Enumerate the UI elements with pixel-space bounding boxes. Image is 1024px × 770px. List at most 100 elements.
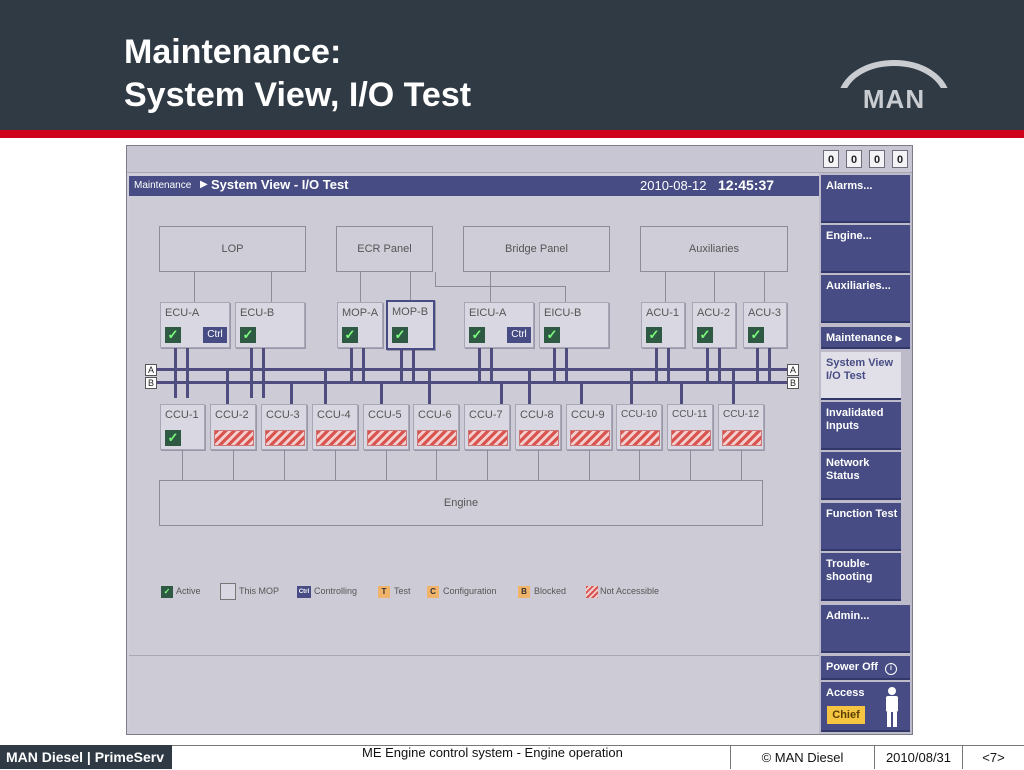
node-ccu-10[interactable]: CCU-10 xyxy=(616,404,662,450)
bus-drop xyxy=(528,371,531,404)
bus-drop xyxy=(553,348,556,384)
active-check-icon: ✓ xyxy=(165,430,181,446)
sidebar-item-label: Maintenance xyxy=(826,332,893,344)
counter-3: 0 xyxy=(869,150,885,168)
screen-date: 2010-08-12 xyxy=(640,178,707,193)
bus-drop xyxy=(380,384,383,404)
bus-drop xyxy=(226,371,229,404)
legend-this-mop-icon xyxy=(220,583,236,600)
node-ccu-5[interactable]: CCU-5 xyxy=(363,404,409,450)
connector xyxy=(639,450,640,480)
legend-active: Active xyxy=(176,586,201,596)
not-accessible-hatch xyxy=(367,430,407,446)
node-label: CCU-7 xyxy=(469,409,503,421)
group-bridge-panel: Bridge Panel xyxy=(463,226,610,272)
screen-top-bar xyxy=(127,146,912,173)
node-label: ACU-2 xyxy=(697,307,731,319)
ctrl-badge: Ctrl xyxy=(507,327,531,343)
footer-page-number: <7> xyxy=(962,745,1024,769)
node-ccu-2[interactable]: CCU-2 xyxy=(210,404,256,450)
node-ccu-6[interactable]: CCU-6 xyxy=(413,404,459,450)
connector xyxy=(284,450,285,480)
sidebar-item-maintenance[interactable]: Maintenance ▶ xyxy=(821,327,910,349)
page-title: System View - I/O Test xyxy=(211,177,349,192)
node-ccu-3[interactable]: CCU-3 xyxy=(261,404,307,450)
sidebar-item-admin[interactable]: Admin... xyxy=(821,605,910,653)
connector xyxy=(182,450,183,480)
node-label: CCU-1 xyxy=(165,409,199,421)
node-ccu-12[interactable]: CCU-12 xyxy=(718,404,764,450)
node-mop-b[interactable]: MOP-B ✓ xyxy=(386,300,435,350)
node-ccu-4[interactable]: CCU-4 xyxy=(312,404,358,450)
node-eicu-b[interactable]: EICU-B ✓ xyxy=(539,302,609,348)
slide-title-line2: System View, I/O Test xyxy=(124,76,472,114)
node-ccu-1[interactable]: CCU-1 ✓ xyxy=(160,404,205,450)
active-check-icon: ✓ xyxy=(165,327,181,343)
not-accessible-hatch xyxy=(671,430,711,446)
bus-drop xyxy=(655,348,658,384)
breadcrumb-arrow-icon: ▶ xyxy=(200,179,208,190)
active-check-icon: ✓ xyxy=(544,327,560,343)
bus-drop xyxy=(630,371,633,404)
active-check-icon: ✓ xyxy=(392,327,408,343)
not-accessible-hatch xyxy=(620,430,660,446)
bus-a-label-right: A xyxy=(787,364,799,376)
connector xyxy=(764,272,765,302)
man-logo: MAN xyxy=(832,40,956,114)
sidebar-item-troubleshooting[interactable]: Trouble- shooting xyxy=(821,553,901,601)
bus-drop xyxy=(667,348,670,384)
node-mop-a[interactable]: MOP-A ✓ xyxy=(337,302,383,348)
node-ccu-11[interactable]: CCU-11 xyxy=(667,404,713,450)
node-label: CCU-10 xyxy=(621,409,658,420)
sidebar-item-network-status[interactable]: Network Status xyxy=(821,452,901,500)
active-check-icon: ✓ xyxy=(748,327,764,343)
counter-1: 0 xyxy=(823,150,839,168)
chevron-right-icon: ▶ xyxy=(895,334,902,343)
node-label: MOP-A xyxy=(342,307,379,319)
active-check-icon: ✓ xyxy=(646,327,662,343)
connector xyxy=(271,272,272,302)
active-check-icon: ✓ xyxy=(469,327,485,343)
active-check-icon: ✓ xyxy=(697,327,713,343)
sidebar-item-invalidated-inputs[interactable]: Invalidated Inputs xyxy=(821,402,901,450)
breadcrumb-root[interactable]: Maintenance xyxy=(134,180,191,191)
active-check-icon: ✓ xyxy=(240,327,256,343)
node-acu-1[interactable]: ACU-1 ✓ xyxy=(641,302,685,348)
slide-title-line1: Maintenance: xyxy=(124,33,342,71)
node-ecu-a[interactable]: ECU-A ✓ Ctrl xyxy=(160,302,230,348)
connector xyxy=(741,450,742,480)
divider xyxy=(129,655,819,656)
sidebar-item-function-test[interactable]: Function Test xyxy=(821,503,901,551)
sidebar-item-system-view[interactable]: System View I/O Test xyxy=(821,352,901,400)
bus-drop xyxy=(400,350,403,384)
access-level-button[interactable]: Chief xyxy=(827,706,865,724)
node-label: CCU-2 xyxy=(215,409,249,421)
bus-drop xyxy=(732,371,735,404)
bus-drop xyxy=(718,348,721,384)
legend-config-icon: C xyxy=(427,586,439,598)
bus-drop xyxy=(500,384,503,404)
not-accessible-hatch xyxy=(468,430,508,446)
user-figure-icon xyxy=(882,686,902,728)
node-ccu-9[interactable]: CCU-9 xyxy=(566,404,612,450)
node-eicu-a[interactable]: EICU-A ✓ Ctrl xyxy=(464,302,534,348)
node-acu-3[interactable]: ACU-3 ✓ xyxy=(743,302,787,348)
connector xyxy=(589,450,590,480)
node-ccu-7[interactable]: CCU-7 xyxy=(464,404,510,450)
node-ccu-8[interactable]: CCU-8 xyxy=(515,404,561,450)
power-icon: i xyxy=(885,663,898,675)
bus-drop xyxy=(478,348,481,384)
sidebar-item-auxiliaries[interactable]: Auxiliaries... xyxy=(821,275,910,323)
node-label: CCU-3 xyxy=(266,409,300,421)
logo-text: MAN xyxy=(863,84,925,114)
connector xyxy=(490,272,491,302)
sidebar-item-engine[interactable]: Engine... xyxy=(821,225,910,273)
ctrl-badge: Ctrl xyxy=(203,327,227,343)
active-check-icon: ✓ xyxy=(342,327,358,343)
node-ecu-b[interactable]: ECU-B ✓ xyxy=(235,302,305,348)
node-acu-2[interactable]: ACU-2 ✓ xyxy=(692,302,736,348)
power-off-button[interactable]: Power Off i xyxy=(821,656,910,680)
bus-b-label-right: B xyxy=(787,377,799,389)
sidebar-item-alarms[interactable]: Alarms... xyxy=(821,175,910,223)
connector xyxy=(565,286,566,302)
